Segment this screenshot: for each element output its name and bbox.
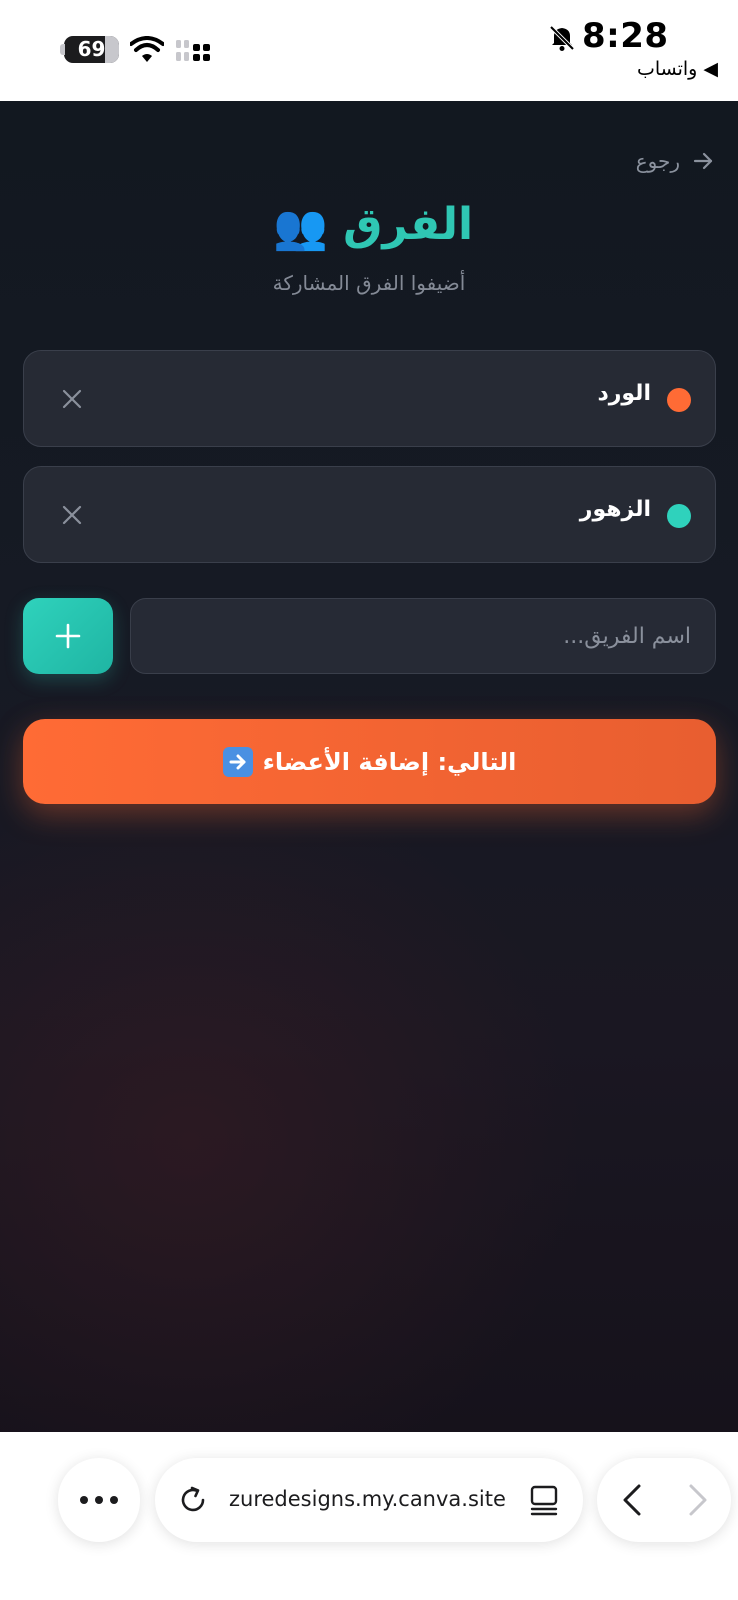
chevron-left-icon[interactable] [615, 1482, 651, 1518]
close-icon[interactable] [60, 387, 84, 411]
team-name: الزهور [579, 497, 651, 522]
navigation-buttons [597, 1458, 731, 1542]
team-card: الزهور [23, 466, 716, 563]
battery-icon: 69 [64, 36, 119, 63]
more-button[interactable] [58, 1458, 140, 1542]
battery-level: 69 [77, 37, 106, 61]
team-color-dot [667, 388, 691, 412]
next-add-members-button[interactable]: التالي: إضافة الأعضاء [23, 719, 716, 804]
team-name-input[interactable] [130, 598, 716, 674]
status-bar: 69 8:28 ◀ واتساب [0, 0, 738, 101]
team-card: الورد [23, 350, 716, 447]
page-title: الفرق 👥 [0, 199, 738, 253]
chevron-right-icon[interactable] [679, 1482, 715, 1518]
title-text: الفرق [343, 199, 474, 250]
add-team-button[interactable] [23, 598, 113, 674]
back-link[interactable]: رجوع [636, 147, 714, 175]
next-button-label: التالي: إضافة الأعضاء [262, 747, 517, 776]
battery-tip [60, 44, 65, 55]
reader-tabs-icon[interactable] [529, 1484, 559, 1516]
page-subtitle: أضيفوا الفرق المشاركة [272, 271, 466, 295]
address-bar[interactable]: zuredesigns.my.canva.site [155, 1458, 583, 1542]
back-link-label: رجوع [635, 149, 680, 173]
cellular-signal-icon [176, 40, 210, 61]
bell-off-icon [549, 25, 575, 51]
team-name: الورد [597, 381, 651, 406]
reload-icon[interactable] [177, 1484, 209, 1516]
back-to-app-link[interactable]: ◀ واتساب [637, 58, 718, 80]
close-icon[interactable] [60, 503, 84, 527]
app-content: رجوع الفرق 👥 أضيفوا الفرق المشاركة الورد… [0, 101, 738, 1432]
wifi-icon [130, 36, 164, 62]
arrow-right-emoji-icon [222, 746, 253, 777]
arrow-right-icon [693, 152, 713, 170]
plus-icon [55, 623, 81, 649]
clock: 8:28 [582, 16, 669, 56]
team-color-dot [667, 504, 691, 528]
more-dots-icon [80, 1496, 118, 1504]
url-text: zuredesigns.my.canva.site [229, 1487, 506, 1511]
people-icon: 👥 [272, 202, 328, 253]
browser-toolbar: zuredesigns.my.canva.site [0, 1432, 738, 1600]
